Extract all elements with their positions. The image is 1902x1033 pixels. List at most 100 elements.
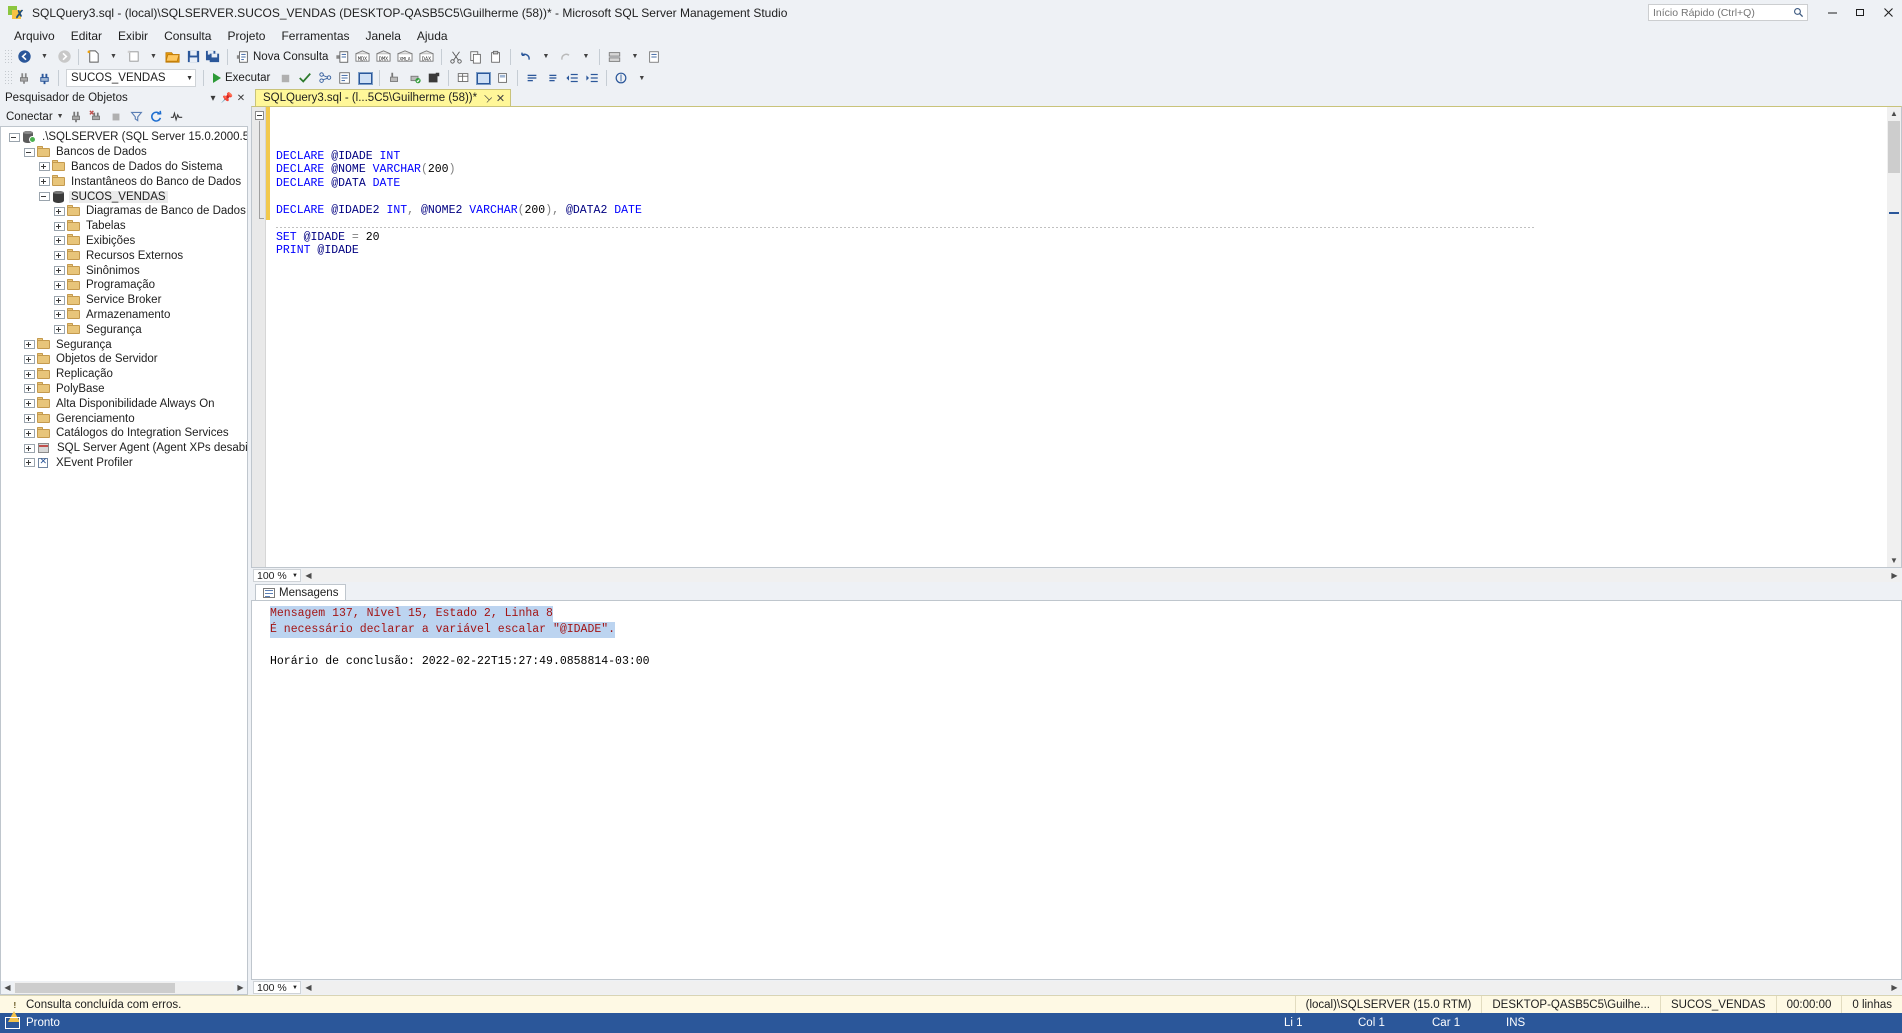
tree-node[interactable]: Diagramas de Banco de Dados — [1, 204, 247, 219]
redo-icon[interactable] — [555, 47, 575, 66]
tree-node[interactable]: Catálogos do Integration Services — [1, 426, 247, 441]
expand-icon[interactable] — [24, 414, 35, 424]
template-explorer-icon[interactable] — [644, 47, 664, 66]
expand-icon[interactable] — [24, 428, 35, 438]
change-connection-icon[interactable] — [34, 69, 54, 88]
paste-icon[interactable] — [486, 47, 506, 66]
tab-close-icon[interactable]: ✕ — [496, 92, 505, 105]
menu-item-janela[interactable]: Janela — [358, 27, 409, 45]
expand-icon[interactable] — [24, 369, 35, 379]
editor-hscrollbar[interactable]: ◀ ▶ — [302, 569, 1901, 583]
close-panel-icon[interactable]: ✕ — [234, 93, 248, 104]
editor-scroll-thumb[interactable] — [1888, 121, 1900, 173]
toolbar-extra-dropdown[interactable]: ▼ — [624, 47, 644, 66]
undo-dropdown[interactable]: ▼ — [535, 47, 555, 66]
tab-mensagens[interactable]: Mensagens — [255, 584, 347, 601]
code-editor[interactable]: DECLARE @IDADE INT DECLARE @NOME VARCHAR(… — [251, 106, 1902, 569]
query-toolbar-grip[interactable] — [4, 70, 12, 86]
new-query-button[interactable]: Nova Consulta — [232, 47, 332, 66]
new-dax-query-button[interactable]: DAX — [416, 47, 437, 66]
expand-icon[interactable] — [39, 177, 50, 187]
connect-plug-icon[interactable] — [67, 108, 86, 125]
tree-node[interactable]: Programação — [1, 278, 247, 293]
disconnect-plug-icon[interactable] — [87, 108, 106, 125]
expand-icon[interactable] — [24, 458, 35, 468]
close-button[interactable] — [1874, 0, 1902, 25]
save-all-button[interactable] — [203, 47, 223, 66]
results-to-text-icon[interactable] — [424, 69, 444, 88]
decrease-indent-icon[interactable] — [562, 69, 582, 88]
expand-icon[interactable] — [54, 236, 65, 246]
collapse-icon[interactable] — [9, 132, 20, 142]
tab-pin-icon[interactable]: ⊣ — [479, 91, 493, 105]
tree-node[interactable]: PolyBase — [1, 382, 247, 397]
scroll-track[interactable] — [14, 981, 234, 994]
new-project-dropdown[interactable]: ▼ — [103, 47, 123, 66]
quick-search-input[interactable] — [1648, 4, 1808, 21]
scroll-down-icon[interactable]: ▼ — [1890, 554, 1898, 567]
cut-icon[interactable] — [446, 47, 466, 66]
tree-node[interactable]: Bancos de Dados do Sistema — [1, 160, 247, 175]
stop-button[interactable] — [275, 69, 295, 88]
tree-node[interactable]: Recursos Externos — [1, 248, 247, 263]
query-options-icon[interactable] — [335, 69, 355, 88]
scroll-right-icon[interactable]: ▶ — [234, 983, 247, 992]
tree-node[interactable]: Segurança — [1, 337, 247, 352]
stop-icon[interactable] — [107, 108, 126, 125]
uncomment-lines-icon[interactable] — [542, 69, 562, 88]
menu-item-arquivo[interactable]: Arquivo — [6, 27, 63, 45]
scroll-thumb[interactable] — [15, 982, 175, 993]
tree-node[interactable]: Armazenamento — [1, 308, 247, 323]
comment-lines-icon[interactable] — [522, 69, 542, 88]
navigate-back-dropdown[interactable]: ▼ — [34, 47, 54, 66]
collapse-icon[interactable] — [24, 147, 35, 157]
registered-servers-icon[interactable] — [604, 47, 624, 66]
tree-node[interactable]: Objetos de Servidor — [1, 352, 247, 367]
expand-icon[interactable] — [54, 295, 65, 305]
fold-collapse-icon[interactable] — [255, 111, 264, 120]
new-item-button[interactable] — [123, 47, 143, 66]
results-to-grid-selected-icon[interactable] — [473, 69, 493, 88]
increase-indent-icon[interactable] — [582, 69, 602, 88]
execute-button[interactable]: Executar — [208, 69, 275, 88]
tree-node[interactable]: Exibições — [1, 234, 247, 249]
expand-icon[interactable] — [54, 266, 65, 276]
messages-output[interactable]: Mensagem 137, Nível 15, Estado 2, Linha … — [251, 600, 1902, 981]
results-zoom-selector[interactable]: 100 % ▼ — [253, 981, 301, 995]
expand-icon[interactable] — [24, 340, 35, 350]
new-analysis-query-button[interactable] — [332, 47, 352, 66]
connect-dropdown-button[interactable]: Conectar ▼ — [4, 111, 66, 123]
open-file-button[interactable] — [163, 47, 183, 66]
filter-icon[interactable] — [127, 108, 146, 125]
menu-item-exibir[interactable]: Exibir — [110, 27, 156, 45]
tree-node[interactable]: SUCOS_VENDAS — [1, 189, 247, 204]
scroll-up-icon[interactable]: ▲ — [1890, 107, 1898, 120]
specify-values-icon[interactable] — [611, 69, 631, 88]
expand-icon[interactable] — [54, 310, 65, 320]
connect-object-explorer-icon[interactable] — [14, 69, 34, 88]
sql-code-text[interactable]: DECLARE @IDADE INT DECLARE @NOME VARCHAR(… — [270, 107, 1887, 568]
refresh-icon[interactable] — [147, 108, 166, 125]
tree-node[interactable]: Instantâneos do Banco de Dados — [1, 174, 247, 189]
scroll-left-icon[interactable]: ◀ — [302, 983, 315, 992]
database-selector[interactable]: SUCOS_VENDAS ▼ — [66, 69, 196, 87]
expand-icon[interactable] — [54, 325, 65, 335]
tree-node[interactable]: .\SQLSERVER (SQL Server 15.0.2000.5 - DE… — [1, 130, 247, 145]
toolbar-grip[interactable] — [4, 48, 12, 65]
scroll-left-icon[interactable]: ◀ — [1, 983, 14, 992]
intellisense-toggle-icon[interactable] — [355, 69, 375, 88]
menu-item-ajuda[interactable]: Ajuda — [409, 27, 456, 45]
object-explorer-tree-body[interactable]: .\SQLSERVER (SQL Server 15.0.2000.5 - DE… — [0, 126, 248, 981]
expand-icon[interactable] — [24, 399, 35, 409]
tree-node[interactable]: Bancos de Dados — [1, 145, 247, 160]
parse-query-icon[interactable] — [295, 69, 315, 88]
menu-item-ferramentas[interactable]: Ferramentas — [273, 27, 357, 45]
expand-icon[interactable] — [24, 443, 35, 453]
menu-item-editar[interactable]: Editar — [63, 27, 110, 45]
scroll-track[interactable] — [315, 981, 1888, 994]
scroll-right-icon[interactable]: ▶ — [1888, 571, 1901, 580]
expand-icon[interactable] — [54, 280, 65, 290]
tree-node[interactable]: Tabelas — [1, 219, 247, 234]
navigate-forward-button[interactable] — [54, 47, 74, 66]
tree-node[interactable]: ✕ XEvent Profiler — [1, 456, 247, 471]
